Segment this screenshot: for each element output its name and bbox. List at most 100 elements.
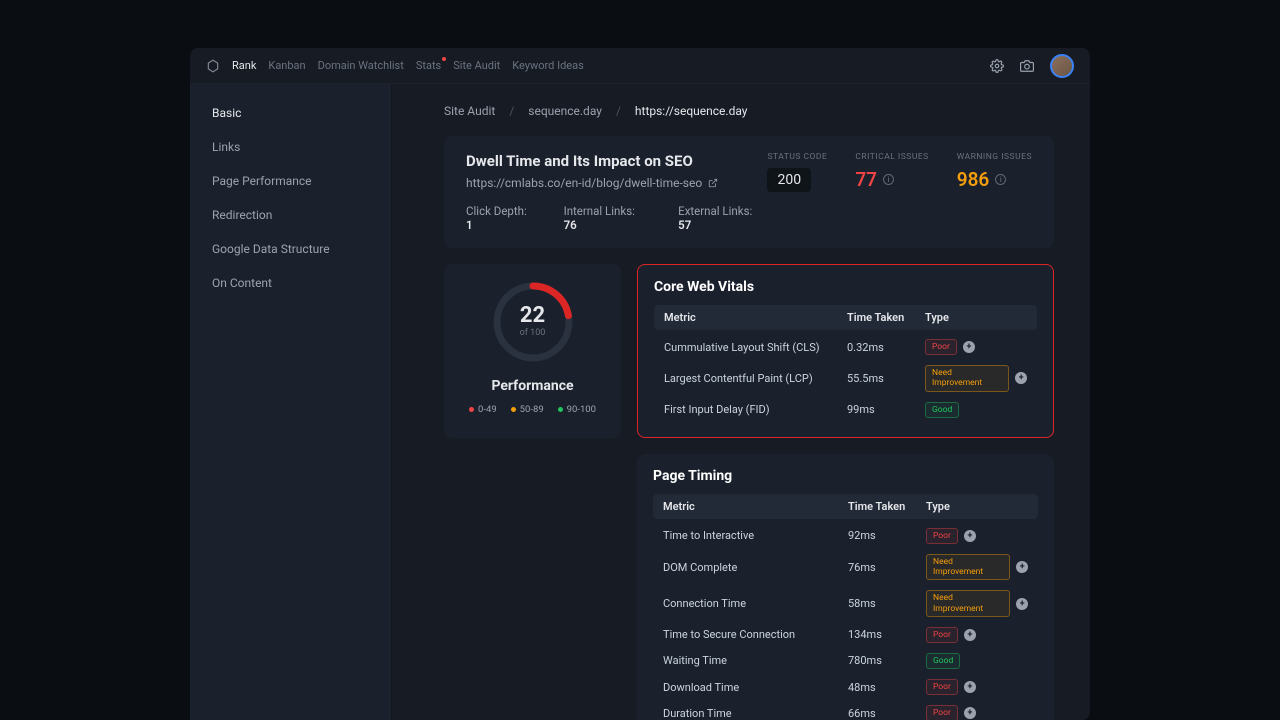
plus-icon[interactable]: + — [963, 341, 975, 353]
type-cell: Poor + — [926, 528, 1028, 544]
sidebar-item[interactable]: Links — [190, 130, 389, 164]
page-url[interactable]: https://cmlabs.co/en-id/blog/dwell-time-… — [466, 176, 767, 190]
table-row: Waiting Time780msGood — [653, 648, 1038, 674]
table-row: Time to Interactive92msPoor + — [653, 523, 1038, 549]
topnav-item[interactable]: Site Audit — [453, 59, 500, 72]
topnav-item[interactable]: Keyword Ideas — [512, 59, 584, 72]
time-cell: 66ms — [848, 707, 926, 720]
time-cell: 92ms — [848, 529, 926, 542]
stat-label: WARNING ISSUES — [957, 152, 1032, 162]
notification-dot — [442, 57, 446, 61]
header-right: STATUS CODE 200 CRITICAL ISSUES 77 i WAR… — [767, 152, 1032, 232]
table-row: Download Time48msPoor+ — [653, 674, 1038, 700]
top-nav: Rank Kanban Domain Watchlist Stats Site Audi… — [232, 59, 584, 72]
timing-table: Metric Time Taken Type Time to Interacti… — [653, 494, 1038, 720]
avatar[interactable] — [1050, 54, 1074, 78]
info-icon[interactable]: i — [883, 174, 894, 185]
col-metric: Metric — [664, 311, 847, 324]
time-cell: 0.32ms — [847, 341, 925, 354]
settings-icon[interactable] — [990, 59, 1004, 73]
sidebar-item[interactable]: On Content — [190, 266, 389, 300]
performance-card: 22 of 100 Performance 0-49 50-89 90-100 — [444, 264, 621, 438]
camera-icon[interactable] — [1020, 59, 1034, 73]
metric-cell: Cummulative Layout Shift (CLS) — [664, 341, 847, 354]
status-badge: Poor — [926, 528, 958, 544]
topnav-item[interactable]: Rank — [232, 59, 256, 72]
status-code: 200 — [767, 168, 811, 192]
core-web-vitals-card: Core Web Vitals Metric Time Taken Type C… — [637, 264, 1054, 438]
col-type: Type — [926, 500, 1028, 513]
info-icon[interactable]: i — [995, 174, 1006, 185]
performance-title: Performance — [491, 378, 573, 394]
status-badge: Poor — [926, 627, 958, 643]
plus-icon[interactable]: + — [1015, 372, 1027, 384]
critical-issues-block: CRITICAL ISSUES 77 i — [855, 152, 928, 191]
critical-count: 77 i — [855, 168, 928, 191]
status-badge: Good — [925, 402, 959, 418]
plus-icon[interactable]: + — [964, 629, 976, 641]
page-title: Dwell Time and Its Impact on SEO — [466, 152, 767, 170]
table-row: First Input Delay (FID)99msGood — [654, 397, 1037, 423]
type-cell: Poor + — [926, 705, 1028, 720]
sidebar-item[interactable]: Page Performance — [190, 164, 389, 198]
topnav-item[interactable]: Domain Watchlist — [318, 59, 404, 72]
col-type: Type — [925, 311, 1027, 324]
topbar-right — [990, 54, 1074, 78]
metric-cell: Time to Secure Connection — [663, 628, 848, 641]
col-time: Time Taken — [847, 311, 925, 324]
status-badge: Need Improvement — [926, 590, 1010, 616]
sidebar: BasicLinksPage PerformanceRedirectionGoo… — [190, 84, 390, 720]
type-cell: Poor + — [926, 679, 1028, 695]
logo-icon — [206, 59, 220, 73]
type-cell: Need Improvement+ — [926, 554, 1028, 580]
main-content: Site Audit / sequence.day / https://sequ… — [390, 84, 1090, 720]
sidebar-item[interactable]: Google Data Structure — [190, 232, 389, 266]
warning-issues-block: WARNING ISSUES 986 i — [957, 152, 1032, 191]
page-timing-card: Page Timing Metric Time Taken Type Time … — [637, 454, 1054, 720]
metric-cell: Largest Contentful Paint (LCP) — [664, 372, 847, 385]
table-head: Metric Time Taken Type — [653, 494, 1038, 519]
table-row: Duration Time66msPoor + — [653, 700, 1038, 720]
status-badge: Poor — [926, 679, 958, 695]
stat-label: STATUS CODE — [767, 152, 827, 162]
sidebar-item[interactable]: Redirection — [190, 198, 389, 232]
status-badge: Good — [926, 653, 960, 669]
topnav-item[interactable]: Kanban — [268, 59, 305, 72]
breadcrumb-sep: / — [616, 104, 621, 118]
topnav-item[interactable]: Stats — [416, 59, 441, 72]
body: BasicLinksPage PerformanceRedirectionGoo… — [190, 84, 1090, 720]
status-badge: Poor — [925, 339, 957, 355]
topbar: Rank Kanban Domain Watchlist Stats Site Audi… — [190, 48, 1090, 84]
plus-icon[interactable]: + — [1016, 561, 1028, 573]
panels-row: 22 of 100 Performance 0-49 50-89 90-100 … — [444, 264, 1054, 438]
time-cell: 134ms — [848, 628, 926, 641]
metric-cell: Duration Time — [663, 707, 848, 720]
gauge-score: 22 — [520, 303, 546, 328]
plus-icon[interactable]: + — [964, 707, 976, 719]
meta-row: Click Depth: 1 Internal Links: 76 Extern… — [466, 204, 767, 232]
external-links: External Links: 57 — [678, 204, 767, 232]
external-link-icon — [708, 178, 718, 188]
plus-icon[interactable]: + — [1016, 598, 1028, 610]
breadcrumb-part[interactable]: Site Audit — [444, 104, 495, 118]
header-left: Dwell Time and Its Impact on SEO https:/… — [466, 152, 767, 232]
performance-legend: 0-49 50-89 90-100 — [469, 404, 596, 415]
table-head: Metric Time Taken Type — [654, 305, 1037, 330]
status-badge: Poor — [926, 705, 958, 720]
sidebar-item[interactable]: Basic — [190, 96, 389, 130]
table-row: Largest Contentful Paint (LCP)55.5msNeed… — [654, 360, 1037, 396]
type-cell: Poor + — [925, 339, 1027, 355]
breadcrumb-current: https://sequence.day — [635, 104, 748, 118]
page-header-card: Dwell Time and Its Impact on SEO https:/… — [444, 136, 1054, 248]
internal-links: Internal Links: 76 — [564, 204, 651, 232]
plus-icon[interactable]: + — [964, 681, 976, 693]
app-window: Rank Kanban Domain Watchlist Stats Site Audi… — [190, 48, 1090, 720]
time-cell: 55.5ms — [847, 372, 925, 385]
table-row: Connection Time58msNeed Improvement+ — [653, 585, 1038, 621]
click-depth: Click Depth: 1 — [466, 204, 536, 232]
metric-cell: Time to Interactive — [663, 529, 848, 542]
breadcrumb-part[interactable]: sequence.day — [528, 104, 602, 118]
plus-icon[interactable]: + — [964, 530, 976, 542]
metric-cell: First Input Delay (FID) — [664, 403, 847, 416]
metric-cell: Connection Time — [663, 597, 848, 610]
